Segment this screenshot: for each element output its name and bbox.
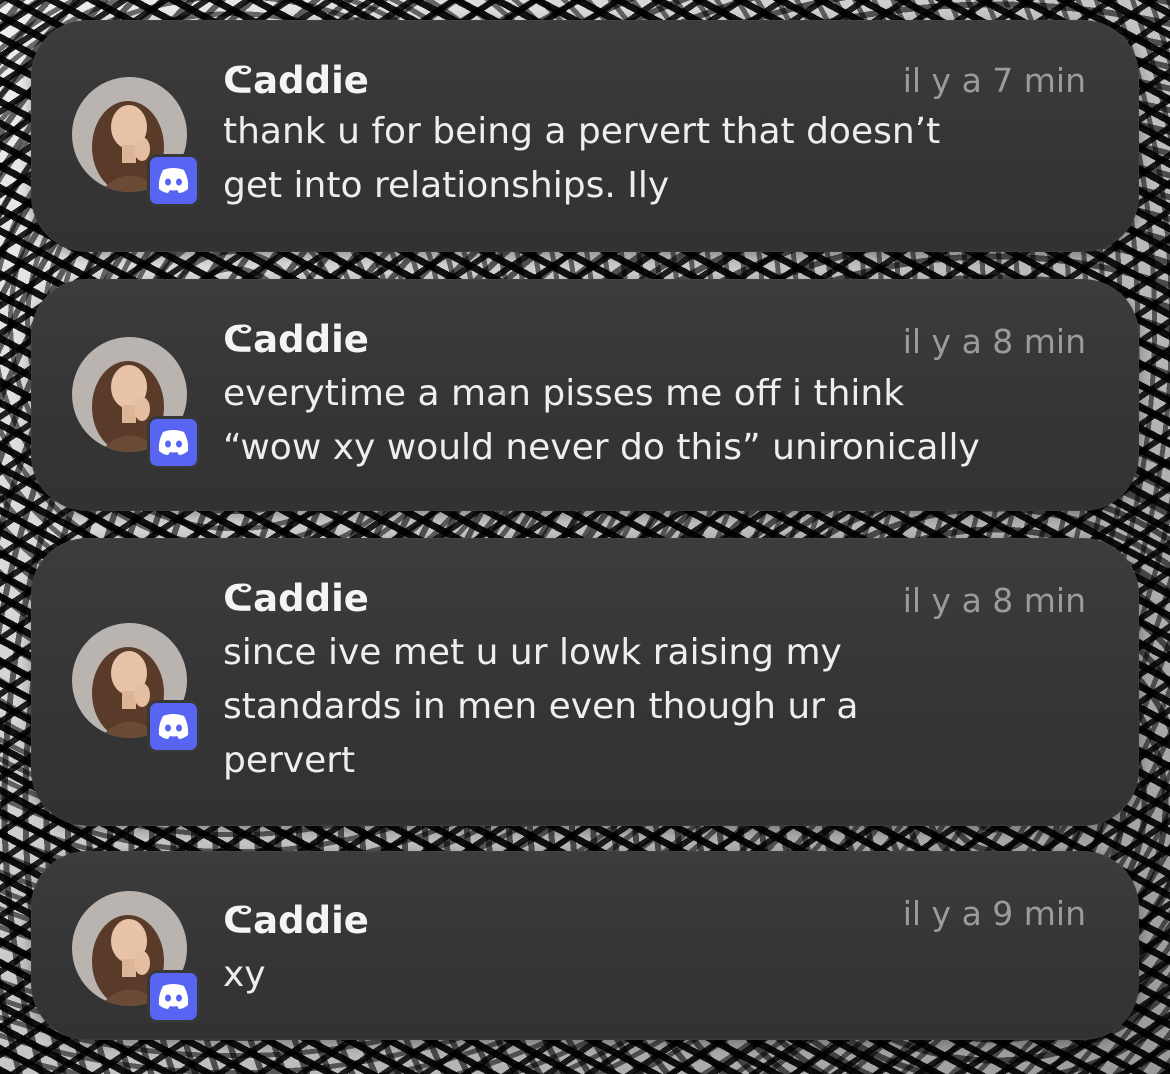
discord-icon	[147, 970, 200, 1023]
sender-name: ᕦaddie	[223, 899, 369, 942]
notification-card[interactable]: ᕦaddie il y a 8 min since ive met u ur l…	[31, 538, 1139, 826]
notification-card[interactable]: ᕦaddie il y a 7 min thank u for being a …	[31, 20, 1139, 252]
notification-message: since ive met u ur lowk raising my stand…	[223, 632, 859, 781]
notification-message: xy	[223, 954, 266, 995]
notification-time: il y a 7 min	[902, 61, 1086, 100]
notification-time: il y a 9 min	[902, 894, 1086, 933]
notification-time: il y a 8 min	[902, 581, 1086, 620]
discord-icon	[147, 154, 200, 207]
notification-card[interactable]: ᕦaddie il y a 9 min xy	[31, 851, 1139, 1040]
discord-icon	[147, 416, 200, 469]
discord-icon	[147, 700, 200, 753]
notification-time: il y a 8 min	[902, 322, 1086, 361]
notification-card[interactable]: ᕦaddie il y a 8 min everytime a man piss…	[31, 279, 1139, 511]
notification-message: everytime a man pisses me off i think “w…	[223, 373, 980, 468]
sender-name: ᕦaddie	[223, 318, 369, 361]
notification-message: thank u for being a pervert that doesn’t…	[223, 111, 941, 206]
sender-name: ᕦaddie	[223, 59, 369, 102]
sender-name: ᕦaddie	[223, 577, 369, 620]
